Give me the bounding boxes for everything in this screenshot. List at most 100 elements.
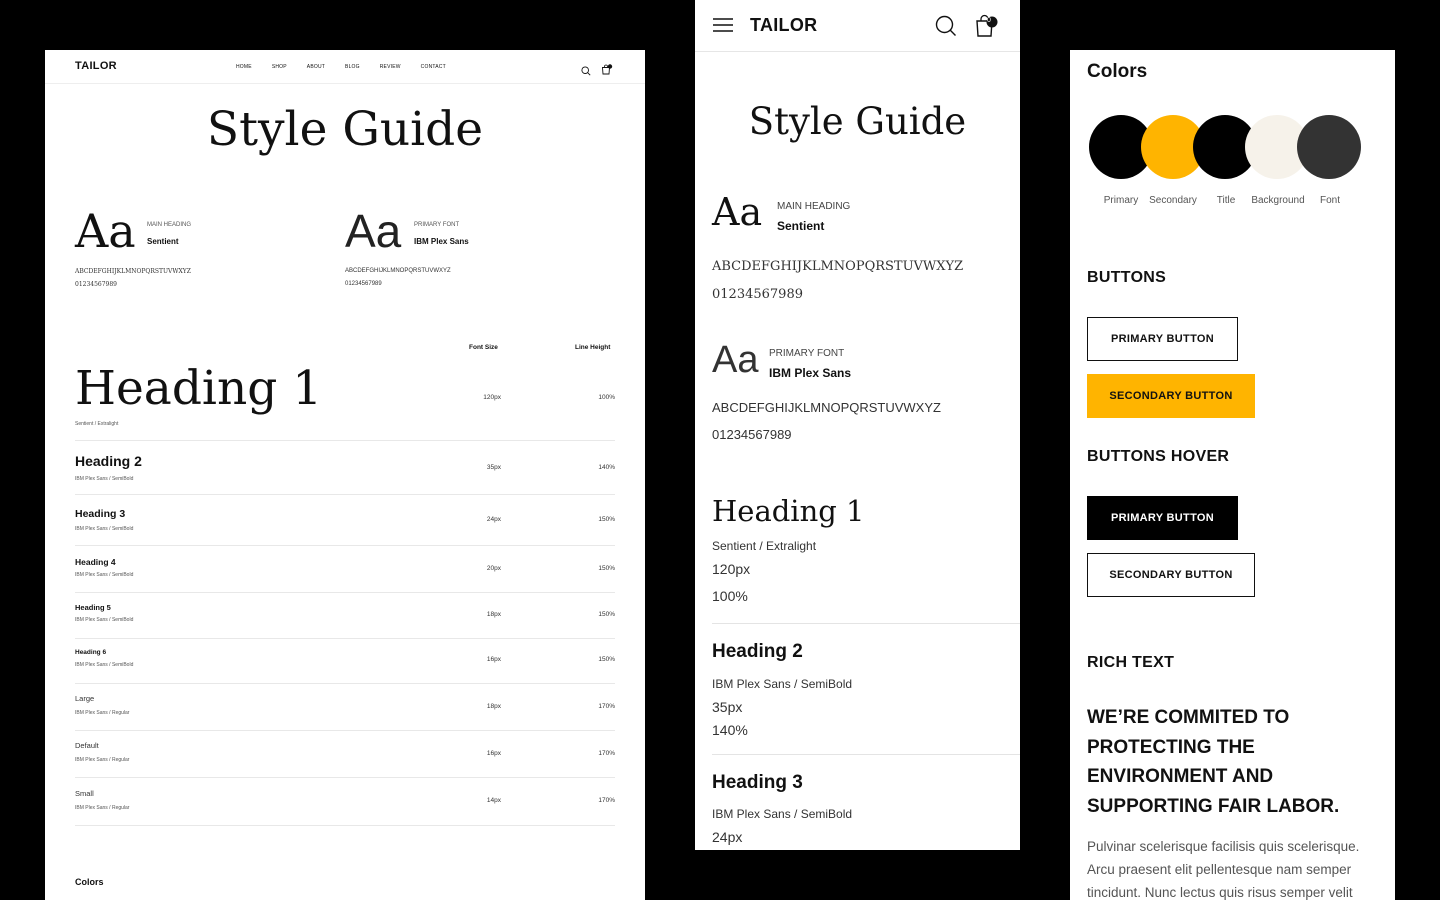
row-font-spec: IBM Plex Sans / SemiBold — [75, 526, 134, 532]
row-label: Default — [75, 741, 99, 750]
heading-3-size: 24px — [712, 829, 743, 845]
primary-font-sample: Aa — [345, 205, 402, 257]
row-label: Heading 1 — [75, 361, 323, 416]
mobile-logo[interactable]: TAILOR — [750, 15, 817, 36]
row-line-height: 150% — [598, 611, 615, 618]
colors-heading: Colors — [75, 877, 104, 887]
colors-heading: Colors — [1087, 61, 1148, 82]
divider — [712, 623, 1020, 624]
main-font-alphabet: ABCDEFGHIJKLMNOPQRSTUVWXYZ — [75, 268, 191, 275]
heading-2-sample: Heading 2 — [712, 641, 803, 662]
nav-about[interactable]: ABOUT — [307, 64, 325, 70]
row-line-height: 170% — [598, 797, 615, 804]
row-line-height: 140% — [598, 464, 615, 471]
row-font-size: 16px — [486, 750, 501, 757]
primary-font-digits: 01234567989 — [712, 427, 792, 442]
desktop-logo[interactable]: TAILOR — [75, 60, 117, 72]
primary-button[interactable]: PRIMARY BUTTON — [1087, 317, 1238, 361]
primary-font-caption: PRIMARY FONT — [769, 348, 845, 359]
row-font-size: 35px — [486, 464, 501, 471]
desktop-header: TAILOR HOME SHOP ABOUT BLOG REVIEW CONTA… — [45, 50, 645, 84]
main-font-name: Sentient — [147, 237, 179, 246]
primary-font-alphabet: ABCDEFGHIJKLMNOPQRSTUVWXYZ — [712, 400, 941, 415]
main-font-caption: MAIN HEADING — [147, 222, 192, 228]
main-font-name: Sentient — [777, 219, 825, 233]
type-row-heading-4: Heading 4 IBM Plex Sans / SemiBold 20px … — [75, 545, 615, 593]
type-row-heading-5: Heading 5 IBM Plex Sans / SemiBold 18px … — [75, 592, 615, 639]
mobile-style-guide-panel: TAILOR 0 Style Guide Aa MAIN HEADING Sen… — [695, 0, 1020, 850]
row-font-size: 16px — [486, 656, 501, 663]
row-line-height: 170% — [598, 703, 615, 710]
primary-button-hover[interactable]: PRIMARY BUTTON — [1087, 496, 1238, 540]
primary-font-name: IBM Plex Sans — [769, 366, 852, 380]
row-font-spec: IBM Plex Sans / Regular — [75, 757, 130, 763]
swatch-font — [1297, 115, 1361, 179]
type-row-heading-6: Heading 6 IBM Plex Sans / SemiBold 16px … — [75, 638, 615, 684]
buttons-hover-heading: BUTTONS HOVER — [1087, 448, 1230, 465]
row-line-height: 170% — [598, 750, 615, 757]
row-font-spec: IBM Plex Sans / Regular — [75, 710, 130, 716]
swatch-label-primary: Primary — [1103, 195, 1139, 206]
main-font-digits: 01234567989 — [712, 287, 803, 302]
type-row-small: Small IBM Plex Sans / Regular 14px 170% — [75, 777, 615, 826]
row-label: Heading 3 — [75, 508, 126, 520]
nav-shop[interactable]: SHOP — [272, 64, 287, 70]
nav-contact[interactable]: CONTACT — [421, 64, 446, 70]
rich-text-title: WE’RE COMMITED TO PROTECTING THE ENVIRON… — [1087, 707, 1340, 817]
search-icon[interactable] — [935, 15, 957, 41]
row-label: Small — [75, 789, 94, 798]
main-font-sample: Aa — [712, 190, 763, 234]
heading-2-font-spec: IBM Plex Sans / SemiBold — [712, 677, 853, 691]
page-title: Style Guide — [748, 100, 967, 143]
row-font-spec: IBM Plex Sans / SemiBold — [75, 572, 134, 578]
heading-2-line-height: 140% — [712, 722, 748, 738]
search-icon[interactable] — [581, 61, 591, 80]
cart-count-badge: 0 — [987, 17, 991, 24]
components-panel: Colors Primary Secondary Title Backgroun… — [1070, 50, 1395, 900]
row-line-height: 150% — [598, 565, 615, 572]
secondary-button[interactable]: SECONDARY BUTTON — [1087, 374, 1255, 418]
rich-text-heading: RICH TEXT — [1087, 654, 1175, 671]
primary-font-digits: 01234567989 — [345, 281, 382, 287]
row-label: Heading 4 — [75, 557, 116, 567]
rich-text-body: Pulvinar scelerisque facilisis quis scel… — [1087, 839, 1360, 900]
swatch-label-secondary: Secondary — [1149, 195, 1197, 206]
row-label: Heading 2 — [75, 453, 142, 469]
heading-1-font-spec: Sentient / Extralight — [712, 539, 817, 553]
heading-1-sample: Heading 1 — [712, 494, 865, 528]
row-font-size: 18px — [486, 611, 501, 618]
main-font-digits: 01234567989 — [75, 281, 117, 288]
main-font-caption: MAIN HEADING — [777, 201, 851, 212]
row-font-size: 20px — [486, 565, 501, 572]
heading-3-font-spec: IBM Plex Sans / SemiBold — [712, 807, 853, 821]
nav-home[interactable]: HOME — [236, 64, 252, 70]
row-font-spec: IBM Plex Sans / Regular — [75, 805, 130, 811]
nav-review[interactable]: REVIEW — [380, 64, 401, 70]
main-font-alphabet: ABCDEFGHIJKLMNOPQRSTUVWXYZ — [712, 259, 964, 274]
heading-1-line-height: 100% — [712, 588, 748, 604]
main-font-sample: Aa — [75, 204, 136, 258]
desktop-style-guide-panel: TAILOR HOME SHOP ABOUT BLOG REVIEW CONTA… — [45, 50, 645, 900]
nav-blog[interactable]: BLOG — [345, 64, 360, 70]
row-font-spec: IBM Plex Sans / SemiBold — [75, 476, 134, 482]
heading-1-size: 120px — [712, 561, 751, 577]
hamburger-menu-icon[interactable] — [712, 17, 734, 37]
type-row-heading-3: Heading 3 IBM Plex Sans / SemiBold 24px … — [75, 494, 615, 546]
cart-icon[interactable] — [601, 60, 613, 79]
swatch-label-font: Font — [1319, 195, 1340, 206]
buttons-heading: BUTTONS — [1087, 269, 1167, 286]
row-label: Heading 5 — [75, 603, 111, 612]
row-font-size: 120px — [483, 394, 501, 401]
row-font-spec: Sentient / Extralight — [75, 421, 119, 427]
type-row-large: Large IBM Plex Sans / Regular 18px 170% — [75, 683, 615, 731]
swatch-label-background: Background — [1251, 195, 1305, 206]
secondary-button-hover[interactable]: SECONDARY BUTTON — [1087, 553, 1255, 597]
row-font-spec: IBM Plex Sans / SemiBold — [75, 662, 134, 668]
font-size-column-header: Font Size — [469, 344, 498, 351]
row-font-size: 18px — [486, 703, 501, 710]
primary-font-caption: PRIMARY FONT — [414, 222, 460, 228]
row-font-spec: IBM Plex Sans / SemiBold — [75, 617, 134, 623]
row-font-size: 24px — [486, 516, 501, 523]
swatch-label-title: Title — [1216, 195, 1236, 206]
row-line-height: 150% — [598, 516, 615, 523]
